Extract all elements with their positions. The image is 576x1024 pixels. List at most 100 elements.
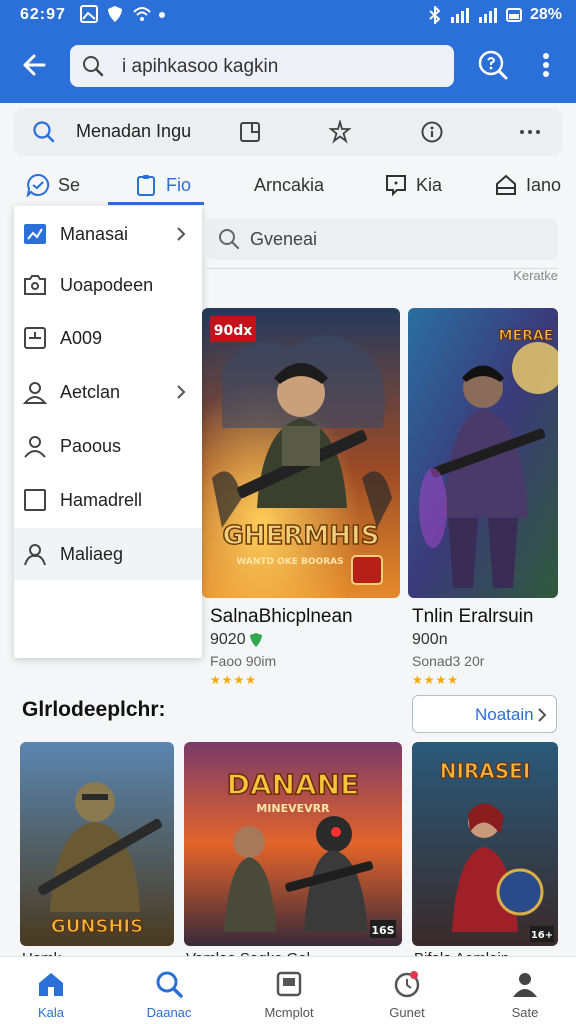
game-title[interactable]: SalnaBhicplnean [210,606,353,628]
toolbar-label[interactable]: Menadan Ingu [76,121,191,142]
featured-game-card[interactable]: MERAE [408,308,558,598]
tab-label: Fio [166,174,192,195]
tab-fio[interactable]: Fio [134,170,191,200]
bluetooth-icon [429,6,441,24]
featured-game-card[interactable]: 90dx GHERMHIS WANTD OKE BOORAS [202,308,400,598]
menu-item-a009[interactable]: A009 [14,312,202,364]
rating-stars: ★★★★ [412,673,460,687]
content-search-placeholder: Gveneai [250,229,318,249]
menu-item-label: Aetclan [60,381,121,402]
nav-item-profile[interactable]: Sate [480,965,570,1021]
info-icon[interactable] [420,120,444,144]
game-logo: GUNSHIS [51,916,143,937]
chat-check-icon [26,173,50,197]
game-card[interactable]: DANANE MINEVEVRR 16S [184,742,402,946]
search-input[interactable]: i apihkasoo kagkin [70,45,454,87]
person-icon [24,436,46,458]
age-rating: 16+ [531,930,553,941]
age-rating: 16S [371,924,394,937]
nav-item-search[interactable]: Daanac [124,965,214,1021]
game-cover-art: GUNSHIS [20,742,174,946]
menu-item-label: A009 [60,327,103,348]
shield-status-icon [106,5,124,23]
search-icon [156,971,183,998]
nav-item-library[interactable]: Mcmplot [244,965,334,1021]
tab-kia[interactable]: Kia [384,170,442,200]
back-button[interactable] [18,48,52,82]
tab-iano[interactable]: Iano [494,170,561,200]
game-logo: NIRASEI [440,759,531,783]
menu-item-hamadrell[interactable]: Hamadrell [14,474,202,526]
panel-icon[interactable] [238,120,262,144]
library-icon [276,971,302,997]
signal-icon-2 [478,8,497,23]
content-search-input[interactable]: Gveneai [206,218,558,260]
nav-item-games[interactable]: Gunet [362,965,452,1021]
tab-arncakia[interactable]: Arncakia [254,170,324,200]
menu-item-uoapodeen[interactable]: Uoapodeen [14,259,202,311]
nav-label: Mcmplot [264,1005,314,1020]
game-cover-art: MERAE [408,308,558,598]
search-icon[interactable] [32,120,56,144]
menu-item-paoous[interactable]: Paoous [14,420,202,472]
game-sublogo: MINEVEVRR [256,802,330,815]
game-logo: GHERMHIS [223,521,380,551]
help-button[interactable] [476,48,510,82]
tab-se[interactable]: Se [26,170,80,200]
image-check-icon [24,224,46,244]
nav-item-home[interactable]: Kala [6,965,96,1021]
game-subtitle: Faoo 90im [210,653,277,669]
tab-label: Kia [416,174,443,195]
chevron-right-icon [177,227,186,241]
battery-percent: 28% [529,6,562,23]
section-see-more-button[interactable]: Noatain [412,695,557,733]
game-card[interactable]: GUNSHIS [20,742,174,946]
user-icon [513,973,537,997]
review-label: Keratke [513,268,558,283]
signal-icon [450,8,469,23]
chevron-right-icon [177,385,186,399]
edit-box-icon [24,327,46,349]
game-logo: DANANE [227,768,360,801]
home-icon [496,174,516,195]
more-vertical-icon [543,53,549,77]
more-horizontal-icon[interactable] [518,120,542,144]
game-tagline: WANTD OKE BOORAS [236,557,343,567]
star-burst-icon[interactable] [328,120,352,144]
menu-item-label: Manasai [60,223,129,244]
message-square-icon [386,175,406,197]
game-badge: 90dx [214,323,253,339]
clipboard-icon [137,175,155,196]
menu-item-label: Uoapodeen [60,274,154,295]
menu-item-maliaeg[interactable]: Maliaeg [14,528,202,580]
game-card[interactable]: NIRASEI 16+ [412,742,558,946]
menu-item-aetclan[interactable]: Aetclan [14,366,202,418]
clock-badge-icon [394,971,420,998]
nav-label: Sate [511,1005,539,1020]
bottom-navigation: Kala Daanac Mcmplot Gunet Sate [0,956,576,1024]
menu-item-label: Hamadrell [60,489,143,510]
help-search-icon [478,50,508,80]
secondary-toolbar: Menadan Ingu [14,108,562,156]
active-tab-indicator [108,202,204,205]
search-icon [219,229,240,250]
app-bar: 62:97 28% i apihkasoo kagkin [0,0,576,103]
game-price: 9020 [210,631,262,649]
search-icon [83,56,104,77]
section-title: Glrlodeeplchr: [22,698,166,721]
menu-item-label: Paoous [60,435,122,456]
menu-item-manasai[interactable]: Manasai [14,208,202,260]
tab-label: Iano [526,174,562,195]
user-circle-icon [24,544,46,566]
tab-bar: Se Fio Arncakia Kia Iano [0,160,576,206]
game-title[interactable]: Tnlin Eralrsuin [412,606,533,628]
search-text: i apihkasoo kagkin [122,56,279,77]
menu-item-label: Maliaeg [60,543,124,564]
image-icon [80,5,98,23]
dropdown-menu: Manasai Uoapodeen A009 Aetclan Paoous Ha… [14,206,202,658]
more-options-button[interactable] [534,50,558,80]
battery-icon [505,8,522,22]
rating-stars: ★★★★ [210,673,258,687]
game-cover-art: NIRASEI 16+ [412,742,558,946]
status-time: 62:97 [20,6,66,23]
